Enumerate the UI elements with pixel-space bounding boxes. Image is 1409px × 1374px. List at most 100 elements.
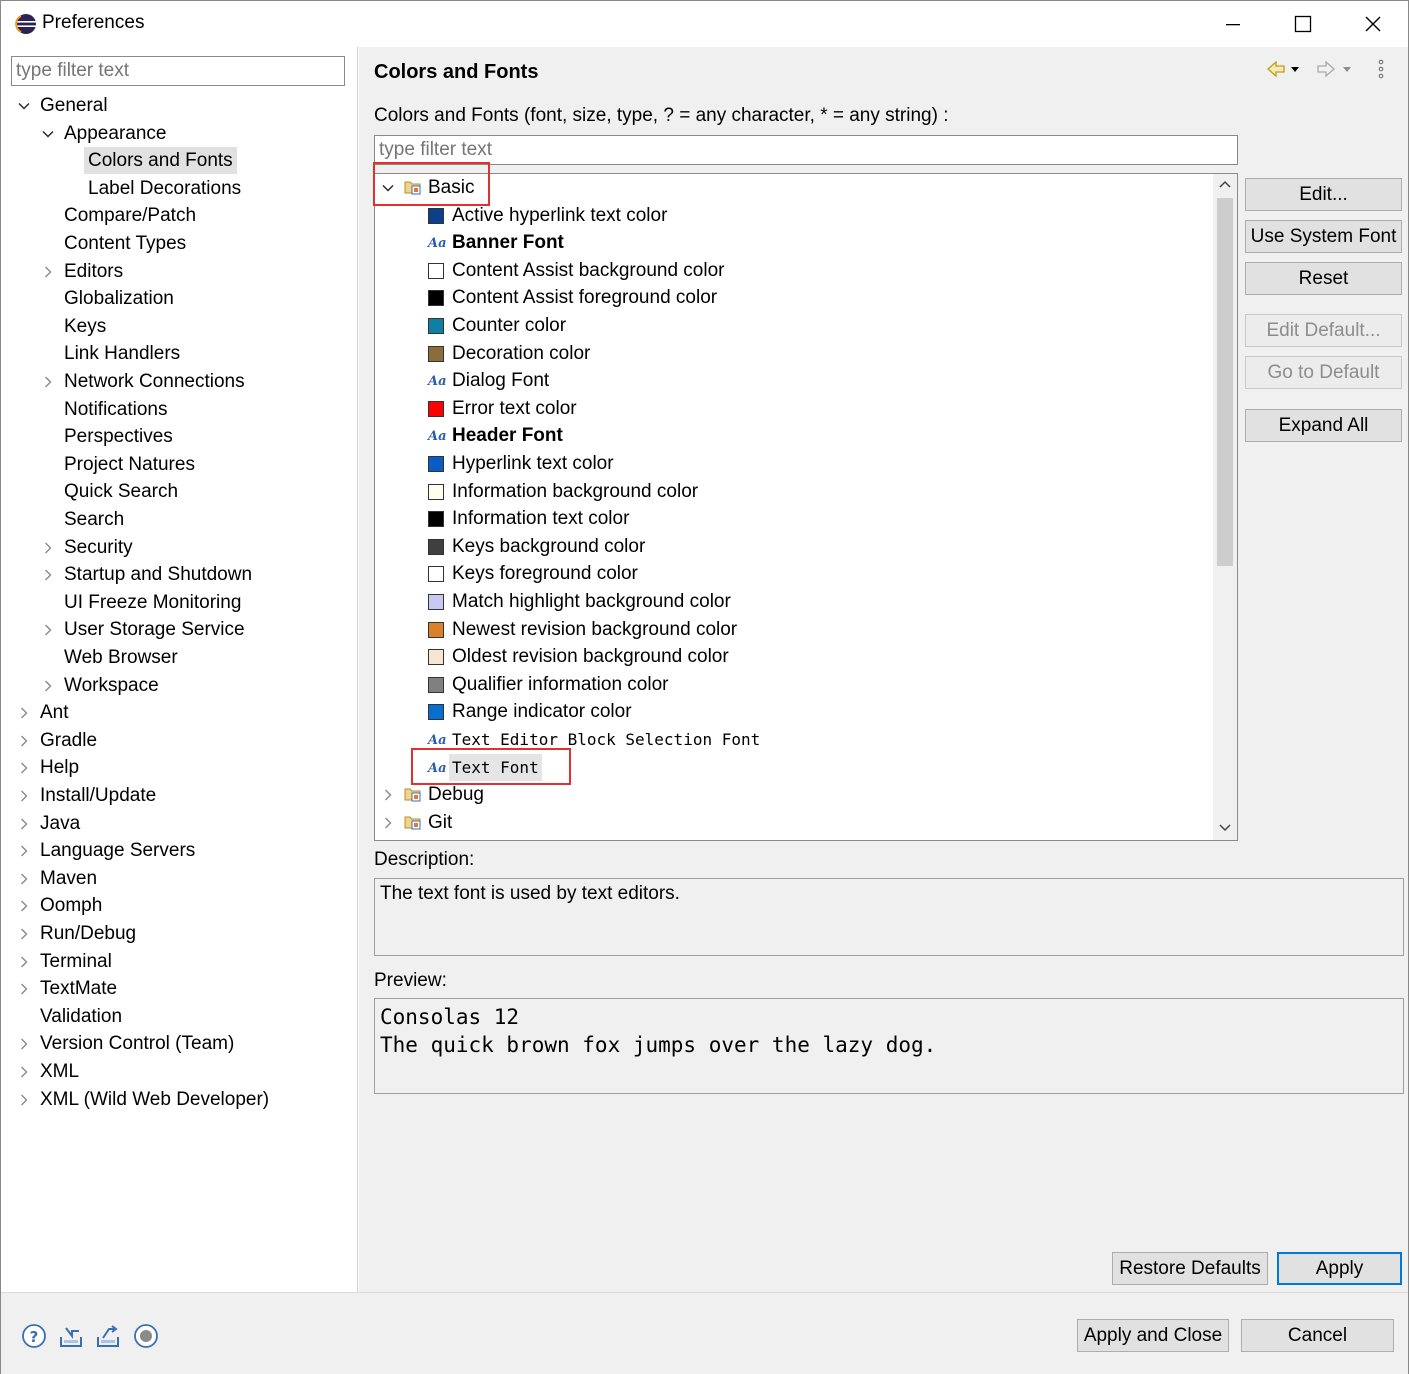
chevron-down-icon[interactable] xyxy=(42,128,54,140)
record-icon[interactable] xyxy=(133,1323,159,1349)
back-dropdown-icon[interactable] xyxy=(1291,67,1299,72)
color-entry[interactable]: Counter color xyxy=(375,312,1213,339)
help-icon[interactable]: ? xyxy=(21,1323,47,1349)
chevron-right-icon[interactable] xyxy=(18,1094,30,1106)
forward-dropdown-icon[interactable] xyxy=(1343,67,1351,72)
color-entry[interactable]: Active hyperlink text color xyxy=(375,202,1213,229)
color-entry[interactable]: Keys foreground color xyxy=(375,560,1213,587)
color-entry[interactable]: Error text color xyxy=(375,395,1213,422)
color-entry[interactable]: Range indicator color xyxy=(375,698,1213,725)
nav-item[interactable]: Keys xyxy=(64,313,106,340)
nav-item[interactable]: Install/Update xyxy=(40,782,156,809)
color-entry[interactable]: Hyperlink text color xyxy=(375,450,1213,477)
apply-button[interactable]: Apply xyxy=(1277,1252,1402,1285)
expand-all-button[interactable]: Expand All xyxy=(1245,409,1402,442)
nav-item[interactable]: Validation xyxy=(40,1003,122,1030)
nav-item[interactable]: Appearance xyxy=(64,120,166,147)
color-entry[interactable]: Decoration color xyxy=(375,340,1213,367)
chevron-right-icon[interactable] xyxy=(18,983,30,995)
colors-fonts-filter-input[interactable] xyxy=(374,135,1238,165)
nav-item[interactable]: Workspace xyxy=(64,672,159,699)
color-entry[interactable]: Qualifier information color xyxy=(375,671,1213,698)
page-navigation-controls[interactable] xyxy=(1264,57,1394,81)
nav-item[interactable]: TextMate xyxy=(40,975,117,1002)
color-entry[interactable]: Keys background color xyxy=(375,533,1213,560)
color-entry[interactable]: Information background color xyxy=(375,478,1213,505)
view-menu-icon[interactable] xyxy=(1378,59,1384,79)
forward-arrow-icon[interactable] xyxy=(1317,60,1335,78)
nav-item[interactable]: Web Browser xyxy=(64,644,178,671)
chevron-right-icon[interactable] xyxy=(18,1038,30,1050)
chevron-right-icon[interactable] xyxy=(18,845,30,857)
minimize-button[interactable] xyxy=(1198,1,1268,47)
nav-item[interactable]: Compare/Patch xyxy=(64,202,196,229)
nav-item[interactable]: Notifications xyxy=(64,396,168,423)
font-entry[interactable]: Aa Dialog Font xyxy=(375,367,1213,394)
chevron-right-icon[interactable] xyxy=(42,376,54,388)
chevron-right-icon[interactable] xyxy=(18,1066,30,1078)
color-entry[interactable]: Content Assist background color xyxy=(375,257,1213,284)
nav-item[interactable]: Help xyxy=(40,754,79,781)
chevron-right-icon[interactable] xyxy=(42,569,54,581)
nav-item[interactable]: Editors xyxy=(64,258,123,285)
apply-and-close-button[interactable]: Apply and Close xyxy=(1077,1319,1229,1352)
nav-item[interactable]: General xyxy=(40,92,108,119)
nav-item[interactable]: User Storage Service xyxy=(64,616,245,643)
restore-defaults-button[interactable]: Restore Defaults xyxy=(1112,1252,1268,1285)
import-icon[interactable] xyxy=(58,1323,84,1349)
nav-item[interactable]: Run/Debug xyxy=(40,920,136,947)
close-button[interactable] xyxy=(1338,1,1408,47)
nav-item[interactable]: Maven xyxy=(40,865,97,892)
chevron-right-icon[interactable] xyxy=(18,762,30,774)
nav-item[interactable]: Version Control (Team) xyxy=(40,1030,234,1057)
nav-item[interactable]: Language Servers xyxy=(40,837,195,864)
chevron-right-icon[interactable] xyxy=(18,735,30,747)
nav-item[interactable]: Security xyxy=(64,534,133,561)
chevron-right-icon[interactable] xyxy=(18,818,30,830)
nav-item[interactable]: Label Decorations xyxy=(88,175,241,202)
use-system-font-button[interactable]: Use System Font xyxy=(1245,220,1402,253)
nav-item[interactable]: Colors and Fonts xyxy=(84,147,237,175)
chevron-right-icon[interactable] xyxy=(18,790,30,802)
chevron-right-icon[interactable] xyxy=(18,928,30,940)
chevron-right-icon[interactable] xyxy=(18,707,30,719)
chevron-right-icon[interactable] xyxy=(42,266,54,278)
scroll-up-icon[interactable] xyxy=(1219,179,1231,191)
scroll-down-icon[interactable] xyxy=(1219,821,1231,833)
nav-item[interactable]: Quick Search xyxy=(64,478,178,505)
nav-item[interactable]: Network Connections xyxy=(64,368,245,395)
nav-item[interactable]: UI Freeze Monitoring xyxy=(64,589,241,616)
tree-category[interactable]: Debug xyxy=(375,781,1213,808)
font-entry[interactable]: Aa Header Font xyxy=(375,422,1213,449)
preference-filter-input[interactable] xyxy=(11,56,345,86)
chevron-right-icon[interactable] xyxy=(42,680,54,692)
chevron-right-icon[interactable] xyxy=(18,956,30,968)
chevron-right-icon[interactable] xyxy=(18,873,30,885)
color-entry[interactable]: Content Assist foreground color xyxy=(375,284,1213,311)
nav-item[interactable]: Search xyxy=(64,506,124,533)
colors-fonts-tree[interactable]: Basic Active hyperlink text color Aa Banner… xyxy=(374,173,1238,841)
chevron-right-icon[interactable] xyxy=(42,624,54,636)
maximize-button[interactable] xyxy=(1268,1,1338,47)
tree-category[interactable]: Basic xyxy=(375,174,1213,201)
nav-item[interactable]: XML xyxy=(40,1058,79,1085)
nav-item[interactable]: Oomph xyxy=(40,892,102,919)
color-entry[interactable]: Oldest revision background color xyxy=(375,643,1213,670)
color-entry[interactable]: Match highlight background color xyxy=(375,588,1213,615)
back-arrow-icon[interactable] xyxy=(1267,60,1285,78)
scrollbar-thumb[interactable] xyxy=(1217,198,1233,566)
font-entry[interactable]: Aa Banner Font xyxy=(375,229,1213,256)
nav-item[interactable]: Perspectives xyxy=(64,423,173,450)
nav-item[interactable]: Project Natures xyxy=(64,451,195,478)
nav-item[interactable]: Startup and Shutdown xyxy=(64,561,252,588)
export-icon[interactable] xyxy=(95,1323,121,1349)
nav-item[interactable]: Ant xyxy=(40,699,69,726)
nav-item[interactable]: Gradle xyxy=(40,727,97,754)
chevron-right-icon[interactable] xyxy=(42,542,54,554)
reset-button[interactable]: Reset xyxy=(1245,262,1402,295)
color-entry[interactable]: Information text color xyxy=(375,505,1213,532)
tree-category[interactable]: Git xyxy=(375,809,1213,836)
color-entry[interactable]: Newest revision background color xyxy=(375,616,1213,643)
chevron-right-icon[interactable] xyxy=(382,789,394,801)
nav-item[interactable]: Content Types xyxy=(64,230,186,257)
